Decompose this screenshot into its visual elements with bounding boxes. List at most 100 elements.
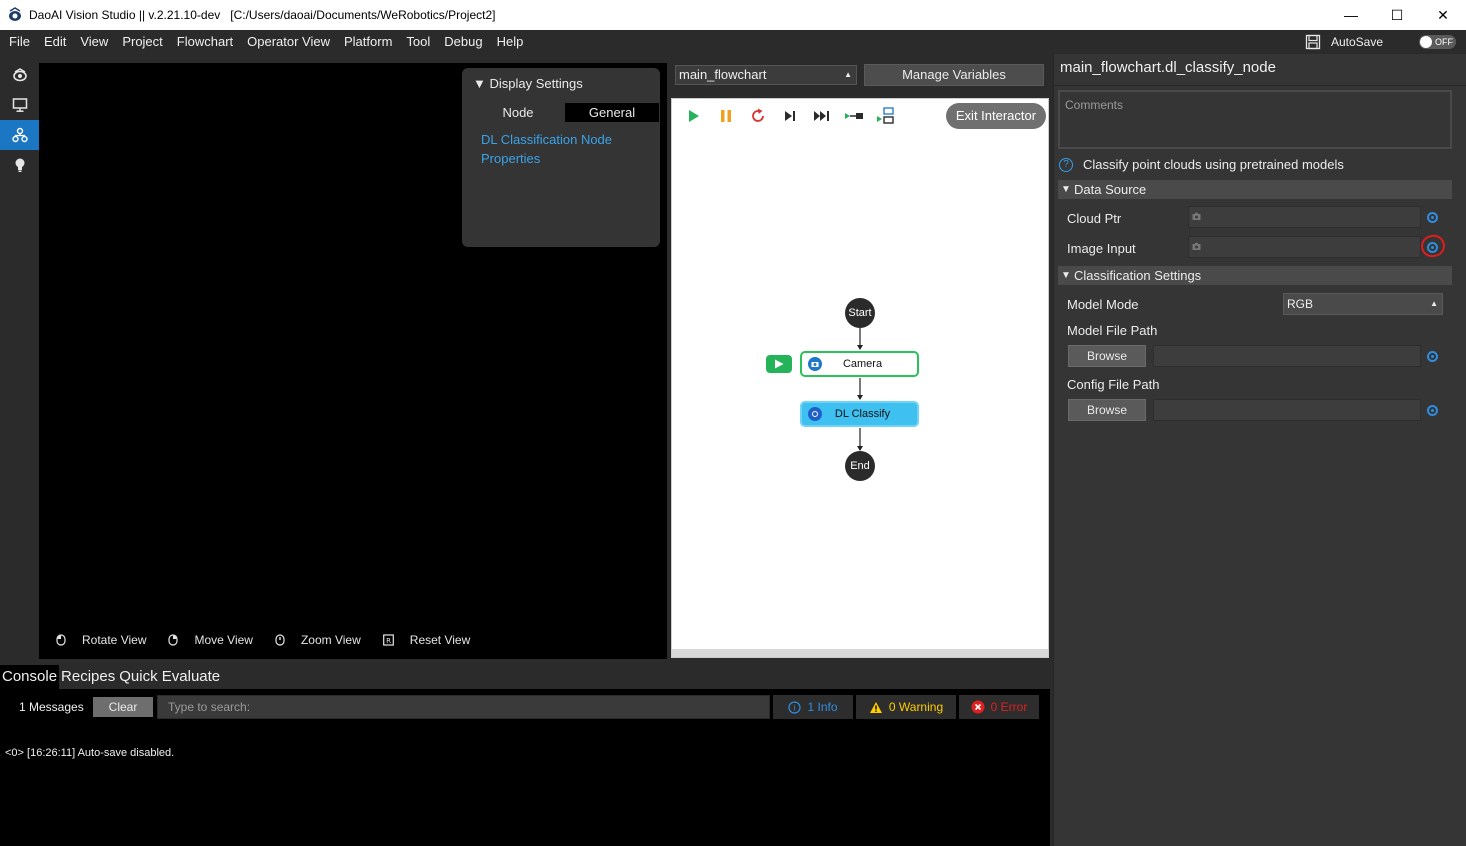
- mouse-right-icon: [168, 634, 179, 646]
- filter-warning-button[interactable]: 0 Warning: [856, 695, 956, 719]
- menu-edit[interactable]: Edit: [37, 30, 73, 54]
- image-input-label: Image Input: [1067, 241, 1136, 256]
- menu-view[interactable]: View: [73, 30, 115, 54]
- info-icon: i: [788, 700, 802, 714]
- node-camera[interactable]: Camera: [800, 351, 919, 377]
- tab-general[interactable]: General: [565, 103, 659, 122]
- section-data-source[interactable]: ▼ Data Source: [1058, 180, 1452, 199]
- menu-debug[interactable]: Debug: [437, 30, 489, 54]
- tab-quick-evaluate[interactable]: Quick Evaluate: [117, 665, 222, 689]
- left-sidebar: [0, 60, 39, 660]
- display-settings-title: Display Settings: [489, 76, 583, 91]
- node-path-title: main_flowchart.dl_classify_node: [1060, 59, 1276, 76]
- menu-bar: File Edit View Project Flowchart Operato…: [0, 30, 1466, 54]
- description-text: Classify point clouds using pretrained m…: [1083, 157, 1344, 172]
- dl-node-icon: [808, 407, 822, 421]
- hint-move: Move View: [168, 633, 253, 647]
- display-settings-header[interactable]: ▼ Display Settings: [473, 76, 583, 91]
- menu-tool[interactable]: Tool: [399, 30, 437, 54]
- node-start[interactable]: Start: [845, 298, 875, 328]
- menu-help[interactable]: Help: [490, 30, 531, 54]
- horizontal-scrollbar[interactable]: [672, 649, 1048, 657]
- clear-button[interactable]: Clear: [93, 697, 153, 717]
- reset-key-icon: R: [382, 634, 394, 646]
- hint-reset-label: Reset View: [409, 633, 471, 647]
- filter-error-button[interactable]: 0 Error: [959, 695, 1039, 719]
- toggle-state-text: OFF: [1435, 37, 1453, 47]
- browse-config-button[interactable]: Browse: [1068, 399, 1146, 421]
- menu-file[interactable]: File: [0, 30, 37, 54]
- comments-field[interactable]: Comments: [1058, 90, 1452, 149]
- close-button[interactable]: ✕: [1420, 0, 1466, 30]
- filter-info-button[interactable]: i 1 Info: [773, 695, 853, 719]
- image-input-field[interactable]: [1188, 236, 1421, 258]
- collapse-triangle-icon: ▼: [473, 76, 486, 91]
- help-icon[interactable]: ?: [1059, 157, 1073, 172]
- manage-variables-button[interactable]: Manage Variables: [864, 64, 1044, 86]
- flowchart-toolbar: main_flowchart ▲ Manage Variables: [670, 63, 1050, 97]
- camera-icon: [808, 357, 822, 371]
- maximize-button[interactable]: ☐: [1374, 0, 1420, 30]
- menu-operator-view[interactable]: Operator View: [240, 30, 337, 54]
- model-file-path-label: Model File Path: [1067, 323, 1158, 338]
- window-title: DaoAI Vision Studio || v.2.21.10-dev [C:…: [29, 8, 496, 22]
- mouse-wheel-icon: [275, 634, 285, 646]
- autosave-group: AutoSave OFF: [1305, 30, 1456, 54]
- tab-console[interactable]: Console: [0, 665, 60, 689]
- menu-flowchart[interactable]: Flowchart: [170, 30, 240, 54]
- flowchart-canvas[interactable]: Exit Interactor Start Camera DL Classify…: [671, 98, 1049, 658]
- warning-count: 0 Warning: [888, 700, 944, 714]
- svg-text:i: i: [794, 703, 796, 712]
- sidebar-item-monitor[interactable]: [0, 90, 39, 120]
- section-classification-label: Classification Settings: [1074, 268, 1202, 283]
- hint-rotate-label: Rotate View: [82, 633, 147, 647]
- 3d-viewport[interactable]: ▼ Display Settings Node General DL Class…: [39, 63, 667, 659]
- updown-arrow-icon: ▲: [844, 70, 852, 79]
- title-divider: [1054, 85, 1466, 86]
- flowchart-select[interactable]: main_flowchart ▲: [675, 65, 857, 85]
- lightbulb-icon: [15, 158, 24, 172]
- console-search-input[interactable]: Type to search:: [157, 695, 770, 719]
- config-file-path-label: Config File Path: [1067, 377, 1160, 392]
- cloud-ptr-link-icon[interactable]: [1427, 212, 1438, 223]
- model-mode-label: Model Mode: [1067, 297, 1139, 312]
- model-file-path-field[interactable]: [1153, 345, 1421, 367]
- sidebar-item-camera-view[interactable]: [0, 60, 39, 90]
- info-count: 1 Info: [807, 700, 838, 714]
- sidebar-item-flowchart[interactable]: [0, 120, 39, 150]
- autosave-toggle[interactable]: OFF: [1419, 35, 1456, 49]
- model-mode-select[interactable]: RGB ▲: [1283, 293, 1443, 315]
- camera-view-icon: [12, 68, 27, 82]
- warning-icon: [869, 701, 883, 714]
- node-properties-link[interactable]: DL Classification Node Properties: [481, 130, 651, 168]
- minimize-button[interactable]: —: [1328, 0, 1374, 30]
- updown-arrow-icon: ▲: [1430, 299, 1438, 308]
- camera-icon: [1192, 212, 1201, 220]
- flowchart-edges: [857, 328, 863, 451]
- section-data-source-label: Data Source: [1074, 182, 1147, 197]
- node-run-badge[interactable]: [766, 355, 792, 373]
- flowchart-icon: [11, 127, 28, 143]
- config-file-path-field[interactable]: [1153, 399, 1421, 421]
- save-icon[interactable]: [1305, 34, 1321, 50]
- collapse-triangle-icon: ▼: [1061, 184, 1071, 195]
- arrow-head-icon: [857, 395, 863, 400]
- node-description: ? Classify point clouds using pretrained…: [1059, 157, 1344, 172]
- node-end[interactable]: End: [845, 451, 875, 481]
- menu-project[interactable]: Project: [115, 30, 169, 54]
- cloud-ptr-field[interactable]: [1188, 206, 1421, 228]
- tab-node[interactable]: Node: [471, 103, 565, 122]
- autosave-label: AutoSave: [1330, 35, 1383, 49]
- node-dl-label: DL Classify: [834, 408, 891, 420]
- sidebar-item-ideas[interactable]: [0, 150, 39, 180]
- tab-recipes[interactable]: Recipes: [59, 665, 117, 689]
- cloud-ptr-label: Cloud Ptr: [1067, 211, 1122, 226]
- model-file-link-icon[interactable]: [1427, 351, 1438, 362]
- toggle-knob: [1420, 36, 1432, 48]
- section-classification-settings[interactable]: ▼ Classification Settings: [1058, 266, 1452, 285]
- browse-model-button[interactable]: Browse: [1068, 345, 1146, 367]
- menu-platform[interactable]: Platform: [337, 30, 399, 54]
- node-dl-classify[interactable]: DL Classify: [800, 401, 919, 427]
- config-file-link-icon[interactable]: [1427, 405, 1438, 416]
- app-window: DaoAI Vision Studio || v.2.21.10-dev [C:…: [0, 0, 1466, 846]
